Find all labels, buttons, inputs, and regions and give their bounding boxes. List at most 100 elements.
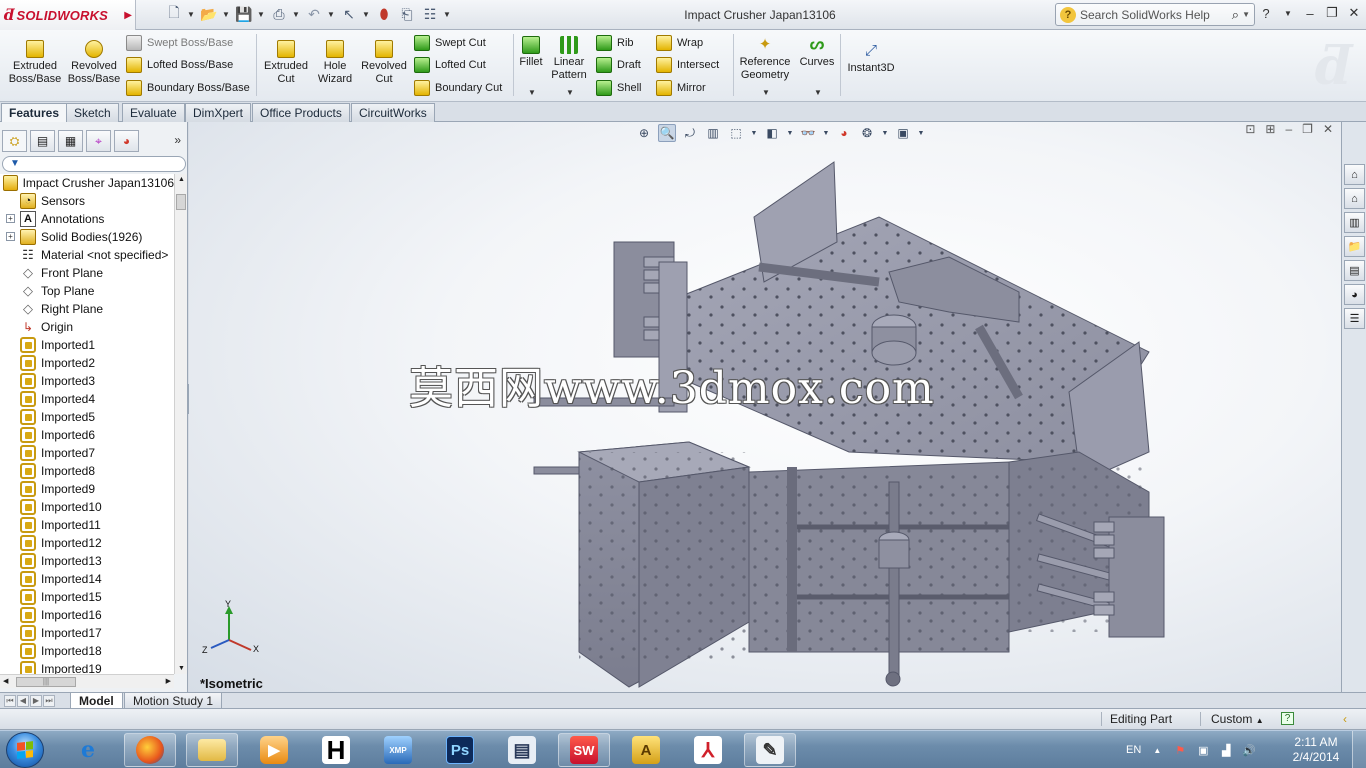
tree-item[interactable]: Imported13	[0, 552, 174, 570]
chevron-down-icon[interactable]: ▼	[1242, 10, 1250, 19]
next-tab-icon[interactable]: ▶	[30, 695, 42, 707]
file-explorer-icon[interactable]: 📁	[1344, 236, 1365, 257]
file-properties-icon[interactable]: ⎗	[397, 4, 417, 24]
tree-item[interactable]: Imported4	[0, 390, 174, 408]
show-hidden-icons-icon[interactable]: ▲	[1150, 743, 1164, 757]
lofted-boss-button[interactable]: Lofted Boss/Base	[126, 56, 233, 74]
tree-item[interactable]: Imported10	[0, 498, 174, 516]
tree-item[interactable]: ◇ Right Plane	[0, 300, 174, 318]
tree-item[interactable]: ↳ Origin	[0, 318, 174, 336]
tab-circuitworks[interactable]: CircuitWorks	[351, 103, 435, 122]
quick-tips-icon[interactable]: ?	[1281, 712, 1294, 725]
solidworks-icon[interactable]: SW	[558, 733, 610, 767]
drawing-app-icon[interactable]: ✎	[744, 733, 796, 767]
tree-item[interactable]: + A Annotations	[0, 210, 174, 228]
tree-item[interactable]: Imported11	[0, 516, 174, 534]
chevron-down-icon[interactable]: ▼	[327, 10, 336, 19]
internet-explorer-icon[interactable]: e	[62, 733, 114, 767]
tree-item[interactable]: Imported19	[0, 660, 174, 674]
filter-input[interactable]: ▼	[2, 156, 186, 172]
help-search-box[interactable]: ? Search SolidWorks Help ⌕ ▼	[1055, 3, 1255, 26]
help-icon[interactable]: ?	[1258, 6, 1274, 21]
h-app-icon[interactable]: H	[310, 733, 362, 767]
tree-item[interactable]: + Solid Bodies(1926)	[0, 228, 174, 246]
device-icon[interactable]: ▣	[1196, 743, 1210, 757]
tree-item[interactable]: Imported5	[0, 408, 174, 426]
tree-item[interactable]: Imported3	[0, 372, 174, 390]
chevron-down-icon[interactable]: ▼	[222, 10, 231, 19]
scroll-up-icon[interactable]: ▲	[178, 176, 185, 183]
chevron-down-icon[interactable]: ▼	[292, 10, 301, 19]
scroll-left-icon[interactable]: ◀	[3, 677, 8, 685]
action-center-icon[interactable]: ⚑	[1173, 743, 1187, 757]
rebuild-traffic-light-icon[interactable]: ⬮	[374, 4, 394, 24]
boundary-boss-button[interactable]: Boundary Boss/Base	[126, 79, 250, 97]
volume-icon[interactable]: 🔊	[1242, 743, 1256, 757]
undo-icon[interactable]: ↶	[304, 4, 324, 24]
tree-item[interactable]: ◔ Sensors	[0, 192, 174, 210]
view-palette-icon[interactable]: ▤	[1344, 260, 1365, 281]
swept-cut-button[interactable]: Swept Cut	[414, 34, 486, 52]
tree-item[interactable]: Imported2	[0, 354, 174, 372]
intersect-button[interactable]: Intersect	[656, 56, 719, 74]
horizontal-scrollbar[interactable]: ◀ ||| ▶	[0, 674, 174, 688]
print-icon[interactable]: ⎙	[269, 4, 289, 24]
tree-item[interactable]: Imported18	[0, 642, 174, 660]
curves-button[interactable]: ᔕ Curves	[798, 36, 836, 69]
start-button[interactable]	[6, 732, 44, 768]
tab-features[interactable]: Features	[1, 103, 68, 123]
swept-boss-button[interactable]: Swept Boss/Base	[126, 34, 233, 52]
show-desktop-button[interactable]	[1352, 731, 1366, 768]
chevron-down-icon[interactable]: ▼	[528, 88, 536, 97]
options-icon[interactable]: ☷	[420, 4, 440, 24]
chevron-down-icon[interactable]: ▼	[362, 10, 371, 19]
property-manager-tab-icon[interactable]: ▤	[30, 130, 55, 152]
display-manager-tab-icon[interactable]: ◕	[114, 130, 139, 152]
tree-item[interactable]: Imported6	[0, 426, 174, 444]
design-library-icon[interactable]: ▥	[1344, 212, 1365, 233]
boundary-cut-button[interactable]: Boundary Cut	[414, 79, 502, 97]
expand-plus-icon[interactable]: +	[6, 214, 15, 223]
tab-sketch[interactable]: Sketch	[66, 103, 119, 122]
network-signal-icon[interactable]: ▟	[1219, 743, 1233, 757]
revolved-boss-button[interactable]: Revolved Boss/Base	[66, 40, 122, 86]
extruded-cut-button[interactable]: Extruded Cut	[262, 40, 310, 86]
tab-office-products[interactable]: Office Products	[252, 103, 350, 122]
open-folder-icon[interactable]: 📂	[199, 4, 219, 24]
shell-button[interactable]: Shell	[596, 79, 641, 97]
vertical-scrollbar[interactable]: ▲ ▼	[174, 174, 187, 674]
custom-properties-icon[interactable]: ☰	[1344, 308, 1365, 329]
language-indicator[interactable]: EN	[1126, 744, 1141, 756]
wrap-button[interactable]: Wrap	[656, 34, 703, 52]
scroll-down-icon[interactable]: ▼	[178, 665, 185, 672]
scroll-right-icon[interactable]: ▶	[166, 677, 171, 685]
chevron-down-icon[interactable]: ▼	[257, 10, 266, 19]
extruded-boss-button[interactable]: Extruded Boss/Base	[8, 40, 62, 86]
tree-item[interactable]: Imported1	[0, 336, 174, 354]
draft-button[interactable]: Draft	[596, 56, 641, 74]
dimxpert-manager-tab-icon[interactable]: ⌖	[86, 130, 111, 152]
lofted-cut-button[interactable]: Lofted Cut	[414, 56, 486, 74]
chevron-down-icon[interactable]: ▼	[566, 88, 574, 97]
tree-item[interactable]: Imported17	[0, 624, 174, 642]
acrobat-icon[interactable]: ⅄	[682, 733, 734, 767]
close-icon[interactable]: ✕	[1346, 5, 1362, 21]
firefox-icon[interactable]	[124, 733, 176, 767]
chevron-down-icon[interactable]: ▼	[814, 88, 822, 97]
tree-item[interactable]: Imported12	[0, 534, 174, 552]
select-cursor-icon[interactable]: ↖	[339, 4, 359, 24]
appearances-icon[interactable]: ◕	[1344, 284, 1365, 305]
tree-item[interactable]: ☷ Material <not specified>	[0, 246, 174, 264]
fillet-button[interactable]: Fillet	[517, 36, 545, 69]
system-clock[interactable]: 2:11 AM 2/4/2014	[1286, 735, 1346, 765]
last-tab-icon[interactable]: ⏭	[43, 695, 55, 707]
tab-model[interactable]: Model	[70, 693, 123, 709]
mirror-button[interactable]: Mirror	[656, 79, 706, 97]
chevron-down-icon[interactable]: ▼	[187, 10, 196, 19]
photoshop-icon[interactable]: Ps	[434, 733, 486, 767]
tree-item[interactable]: Imported15	[0, 588, 174, 606]
more-tabs-icon[interactable]: »	[174, 133, 181, 147]
solidworks-logo[interactable]: ƌ SOLIDWORKS ▶	[0, 0, 136, 30]
instant3d-button[interactable]: ⤢ Instant3D	[844, 42, 898, 75]
linear-pattern-button[interactable]: Linear Pattern	[548, 36, 590, 82]
